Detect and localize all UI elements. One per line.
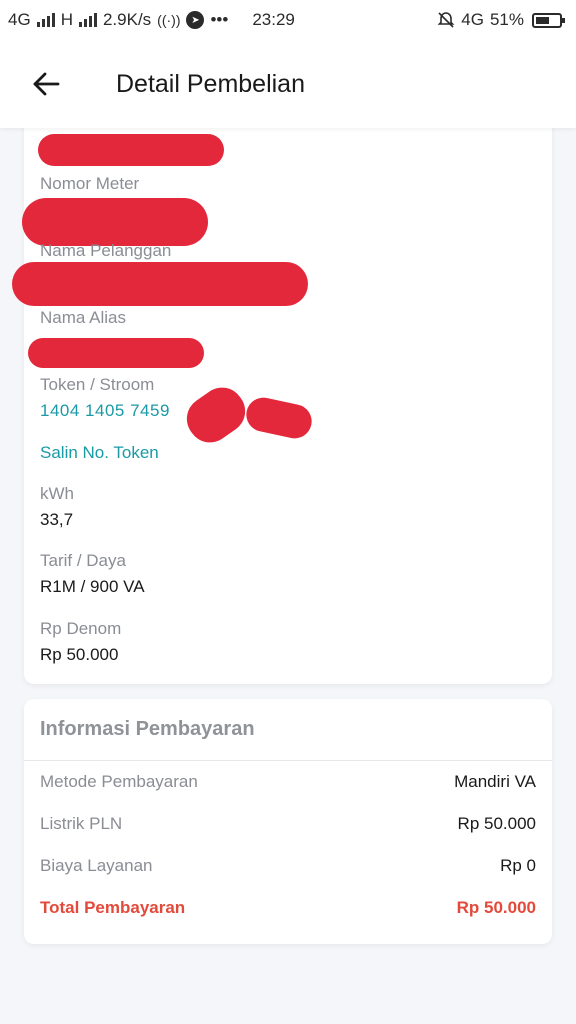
hotspot-icon: ((·)) [157, 12, 181, 28]
page-title: Detail Pembelian [116, 69, 305, 98]
status-right: 4G 51% [437, 10, 565, 30]
field-nama-alias: Nama Alias [40, 308, 126, 328]
payment-header: Informasi Pembayaran [24, 699, 552, 761]
network-type-3: 4G [461, 10, 484, 29]
mute-bell-icon [437, 11, 455, 29]
more-notifications: ••• [210, 10, 229, 29]
kwh-value: 33,7 [40, 510, 74, 529]
status-bar: 4G H 2.9K/s ((·)) ➤ ••• 23:29 4G 51% [0, 0, 576, 40]
arrow-left-icon [33, 72, 60, 96]
field-copy-token: Salin No. Token [40, 443, 159, 463]
payment-row-value: Rp 0 [500, 856, 536, 875]
tarif-value: R1M / 900 VA [40, 577, 145, 596]
field-label: Nama Alias [40, 308, 126, 327]
copy-token-link[interactable]: Salin No. Token [40, 443, 159, 462]
status-left: 4G H 2.9K/s ((·)) ➤ ••• 23:29 [8, 10, 295, 30]
network-type-1: 4G [8, 10, 31, 29]
telegram-icon: ➤ [186, 11, 205, 29]
total-label: Total Pembayaran [40, 898, 186, 917]
token-value[interactable]: 1404 1405 7459 [40, 401, 170, 421]
clock: 23:29 [252, 10, 295, 29]
app-bar: Detail Pembelian [0, 40, 576, 128]
back-button[interactable] [22, 60, 70, 108]
total-value: Rp 50.000 [456, 898, 536, 917]
field-tarif: Tarif / Daya R1M / 900 VA [40, 551, 145, 597]
field-label: Nomor Meter [40, 174, 140, 193]
payment-row-value: Rp 50.000 [457, 814, 536, 833]
field-token: Token / Stroom 1404 1405 7459 [40, 375, 170, 421]
payment-row-fee: Biaya Layanan Rp 0 [24, 845, 552, 887]
battery-icon [532, 12, 565, 28]
payment-title: Informasi Pembayaran [40, 718, 255, 740]
battery-percent: 51% [489, 10, 524, 29]
field-nomor-meter: Nomor Meter [40, 174, 139, 194]
field-kwh: kWh 33,7 [40, 484, 74, 530]
redacted-value [178, 378, 254, 452]
payment-row-label: Listrik PLN [40, 814, 123, 833]
network-type-2: H [60, 10, 73, 29]
redacted-value [243, 394, 315, 442]
field-denom: Rp Denom Rp 50.000 [40, 619, 121, 665]
payment-row-label: Biaya Layanan [40, 856, 153, 875]
purchase-detail-card: Nomor Meter Nama Pelanggan Nama Alias To… [12, 112, 552, 684]
payment-row-method: Metode Pembayaran Mandiri VA [24, 761, 552, 803]
payment-row-total: Total Pembayaran Rp 50.000 [24, 887, 552, 929]
payment-row-value: Mandiri VA [454, 772, 536, 791]
redacted-value [12, 262, 308, 306]
field-label: Nama Pelanggan [40, 241, 172, 260]
field-label: kWh [40, 484, 74, 503]
signal-icon-2 [78, 13, 97, 27]
field-label: Token / Stroom [40, 375, 155, 394]
payment-info-card: Informasi Pembayaran Metode Pembayaran M… [24, 699, 552, 944]
field-nama-pelanggan: Nama Pelanggan [40, 241, 171, 261]
field-label: Tarif / Daya [40, 551, 126, 570]
payment-row-label: Metode Pembayaran [40, 772, 198, 791]
network-speed: 2.9K/s [102, 10, 152, 29]
payment-row-listrik: Listrik PLN Rp 50.000 [24, 803, 552, 845]
signal-icon [36, 13, 55, 27]
redacted-value [22, 198, 208, 246]
redacted-value [38, 134, 224, 166]
denom-value: Rp 50.000 [40, 645, 119, 664]
redacted-value [28, 338, 204, 368]
field-label: Rp Denom [40, 619, 122, 638]
